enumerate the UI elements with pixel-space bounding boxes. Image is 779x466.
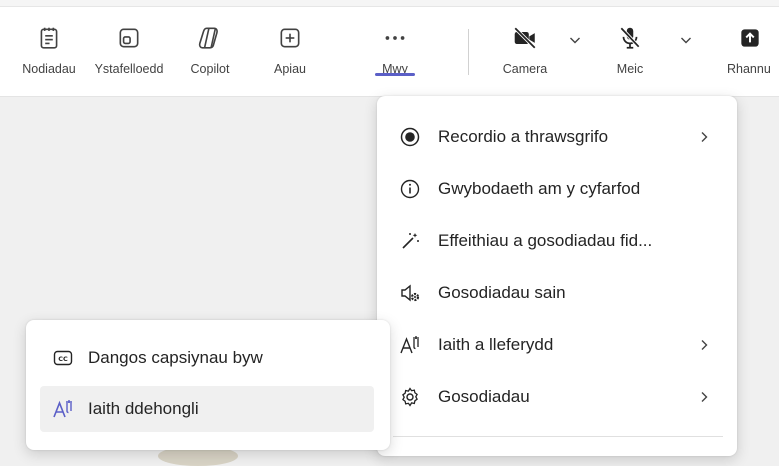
toolbar-label: Ystafelloedd bbox=[94, 62, 164, 76]
toolbar-label: Apiau bbox=[274, 62, 306, 76]
audio-settings-icon bbox=[399, 282, 421, 304]
chevron-right-icon bbox=[701, 392, 708, 402]
svg-text:CC: CC bbox=[58, 355, 68, 363]
toolbar-label: Copilot bbox=[190, 62, 230, 76]
toolbar-copilot-button[interactable]: Copilot bbox=[170, 25, 250, 76]
meeting-toolbar: Nodiadau Ystafelloedd Copilot Apiau Mwy … bbox=[0, 7, 779, 97]
menu-item-settings[interactable]: Gosodiadau bbox=[377, 371, 737, 423]
toolbar-more-button[interactable]: Mwy bbox=[355, 25, 435, 76]
record-icon bbox=[399, 126, 421, 148]
submenu-item-live-captions[interactable]: CC Dangos capsiynau byw bbox=[40, 335, 374, 381]
chevron-right-icon bbox=[701, 132, 708, 142]
info-icon bbox=[399, 178, 421, 200]
toolbar-camera-button[interactable]: Camera bbox=[485, 25, 565, 76]
mic-options-chevron-icon[interactable] bbox=[679, 33, 693, 47]
menu-item-audio-settings[interactable]: Gosodiadau sain bbox=[377, 267, 737, 319]
menu-item-label: Gwybodaeth am y cyfarfod bbox=[438, 179, 641, 198]
toolbar-share-button[interactable]: Rhannu bbox=[721, 25, 779, 76]
menu-item-label: Gosodiadau bbox=[438, 387, 530, 406]
window-top-strip bbox=[0, 0, 779, 7]
closed-captions-icon: CC bbox=[52, 347, 74, 369]
interpretation-icon bbox=[52, 398, 74, 420]
add-apps-icon bbox=[277, 25, 303, 56]
gear-icon bbox=[399, 386, 421, 408]
toolbar-label: Rhannu bbox=[727, 62, 771, 76]
more-options-menu: Recordio a thrawsgrifo Gwybodaeth am y c… bbox=[377, 96, 737, 456]
toolbar-label: Meic bbox=[616, 62, 644, 76]
submenu-item-label: Dangos capsiynau byw bbox=[88, 348, 263, 367]
menu-item-label: Recordio a thrawsgrifo bbox=[438, 127, 609, 146]
chevron-right-icon bbox=[701, 340, 708, 350]
share-icon bbox=[737, 25, 763, 56]
submenu-item-label: Iaith ddehongli bbox=[88, 399, 199, 418]
menu-item-label: Effeithiau a gosodiadau fid... bbox=[438, 231, 653, 250]
menu-divider bbox=[393, 436, 723, 437]
selected-tab-indicator bbox=[375, 73, 415, 76]
menu-item-label: Gosodiadau sain bbox=[438, 283, 566, 302]
toolbar-divider bbox=[468, 29, 469, 75]
mic-off-icon bbox=[617, 25, 643, 56]
camera-options-chevron-icon[interactable] bbox=[568, 33, 582, 47]
language-icon bbox=[399, 334, 421, 356]
notes-icon bbox=[36, 25, 62, 56]
toolbar-label: Nodiadau bbox=[22, 62, 76, 76]
camera-off-icon bbox=[512, 25, 538, 56]
toolbar-mic-button[interactable]: Meic bbox=[590, 25, 670, 76]
menu-item-meeting-info[interactable]: Gwybodaeth am y cyfarfod bbox=[377, 163, 737, 215]
toolbar-notes-button[interactable]: Nodiadau bbox=[9, 25, 89, 76]
toolbar-apps-button[interactable]: Apiau bbox=[250, 25, 330, 76]
language-speech-submenu: CC Dangos capsiynau byw Iaith ddehongli bbox=[26, 320, 390, 450]
toolbar-label: Camera bbox=[502, 62, 548, 76]
menu-item-video-effects[interactable]: Effeithiau a gosodiadau fid... bbox=[377, 215, 737, 267]
more-icon bbox=[382, 25, 408, 56]
menu-item-label: Iaith a lleferydd bbox=[438, 335, 554, 354]
effects-wand-icon bbox=[399, 230, 421, 252]
submenu-item-interpretation-language[interactable]: Iaith ddehongli bbox=[40, 386, 374, 432]
toolbar-rooms-button[interactable]: Ystafelloedd bbox=[89, 25, 169, 76]
menu-item-record-transcribe[interactable]: Recordio a thrawsgrifo bbox=[377, 111, 737, 163]
rooms-icon bbox=[116, 25, 142, 56]
copilot-icon bbox=[197, 25, 223, 56]
menu-item-language-speech[interactable]: Iaith a lleferydd bbox=[377, 319, 737, 371]
